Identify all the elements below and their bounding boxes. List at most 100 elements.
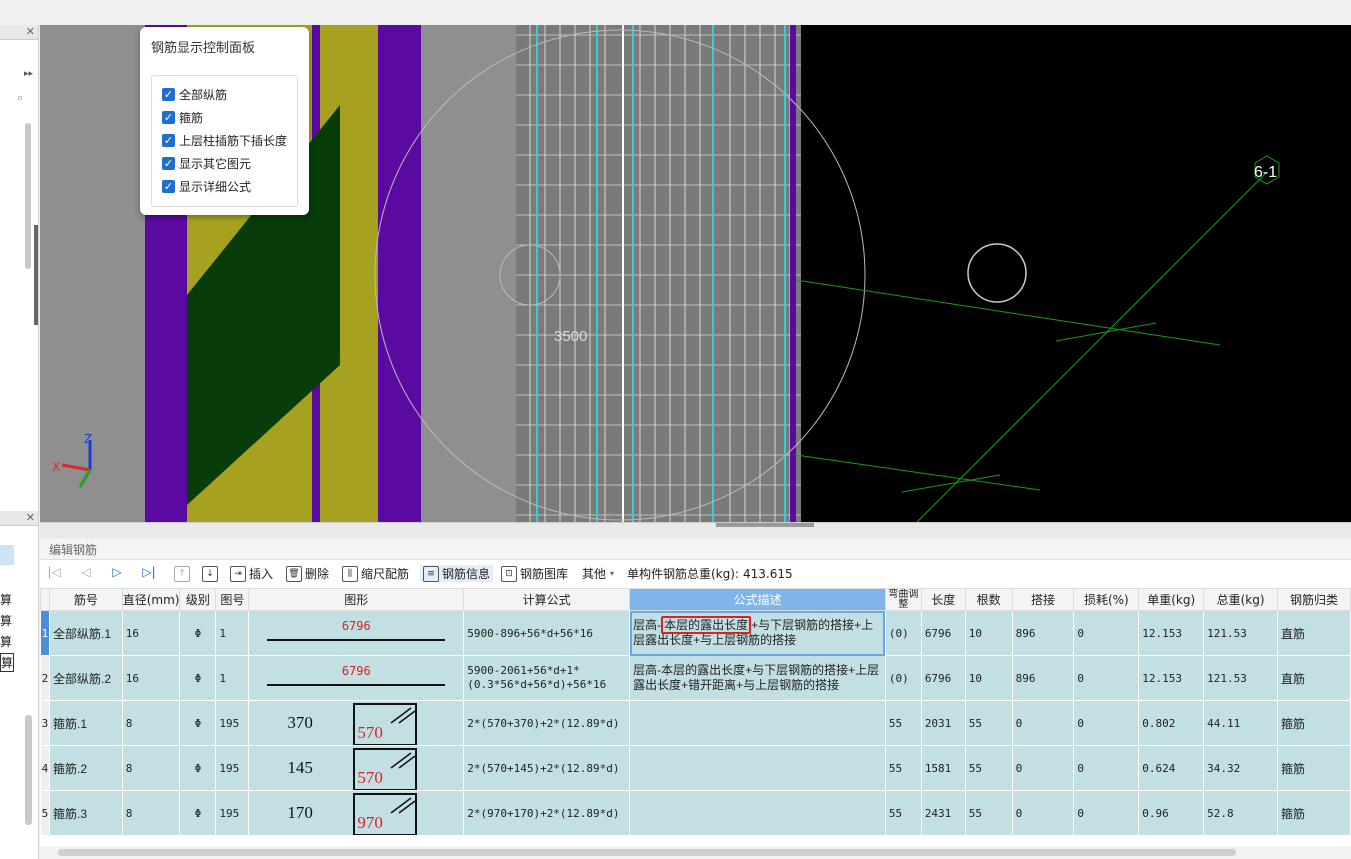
row-number[interactable]: 2 <box>40 655 50 701</box>
cell-loss[interactable]: 0 <box>1073 745 1140 791</box>
col-header[interactable]: 单重(kg) <box>1138 588 1205 611</box>
cell-category[interactable]: 箍筋 <box>1277 790 1351 836</box>
cell-bend[interactable]: (0) <box>884 610 922 656</box>
cell-formula[interactable]: 2*(970+170)+2*(12.89*d) <box>463 790 631 836</box>
cell-figure[interactable]: 195 <box>215 745 250 791</box>
cell-unit-weight[interactable]: 12.153 <box>1138 655 1205 701</box>
option-all-longitudinal[interactable]: ✓ 全部纵筋 <box>162 85 227 103</box>
checkbox-checked-icon[interactable]: ✓ <box>162 110 175 124</box>
cell-formula-description[interactable] <box>629 745 886 791</box>
cell-total-weight[interactable]: 44.11 <box>1203 700 1278 746</box>
last-row-icon[interactable]: ▷| <box>141 564 157 580</box>
list-item[interactable]: 算 <box>0 653 15 672</box>
cell-loss[interactable]: 0 <box>1073 700 1140 746</box>
row-number[interactable]: 5 <box>40 790 50 836</box>
cell-name[interactable]: 箍筋.2 <box>48 745 123 791</box>
col-header[interactable]: 图形 <box>248 588 465 611</box>
cell-lap[interactable]: 0 <box>1011 700 1075 746</box>
cell-figure[interactable]: 195 <box>215 790 250 836</box>
cell-formula[interactable]: 2*(570+370)+2*(12.89*d) <box>463 700 631 746</box>
cell-name[interactable]: 箍筋.3 <box>48 790 123 836</box>
col-header[interactable]: 损耗(%) <box>1073 588 1140 611</box>
cell-loss[interactable]: 0 <box>1073 655 1140 701</box>
cell-formula-description[interactable]: 层高- 本层的露出长度 +与下层钢筋的搭接+上层露出长度+与上层钢筋的搭接 <box>629 610 886 656</box>
list-item[interactable]: 算 <box>0 612 12 629</box>
list-item[interactable]: 算 <box>0 591 12 608</box>
cell-shape[interactable]: 145 570 <box>248 745 465 791</box>
insert-button[interactable]: ⇥ 插入 <box>230 565 273 582</box>
cell-length[interactable]: 1581 <box>920 745 966 791</box>
cell-category[interactable]: 箍筋 <box>1277 700 1351 746</box>
cell-name[interactable]: 全部纵筋.1 <box>48 610 123 656</box>
col-header[interactable]: 钢筋归类 <box>1277 588 1351 611</box>
cell-diameter[interactable]: 8 <box>121 745 181 791</box>
cell-unit-weight[interactable]: 0.802 <box>1138 700 1205 746</box>
checkbox-checked-icon[interactable]: ✓ <box>162 179 175 193</box>
cell-grade[interactable]: Φ <box>179 610 217 656</box>
cell-formula-description[interactable]: 层高-本层的露出长度+与下层钢筋的搭接+上层露出长度+错开距离+与上层钢筋的搭接 <box>629 655 886 701</box>
scale-rebar-button[interactable]: ⫼ 缩尺配筋 <box>342 565 409 582</box>
cell-loss[interactable]: 0 <box>1073 610 1140 656</box>
cell-count[interactable]: 55 <box>964 700 1013 746</box>
cell-count[interactable]: 10 <box>964 655 1013 701</box>
splitter-bar[interactable] <box>40 522 1351 539</box>
cell-category[interactable]: 直筋 <box>1277 610 1351 656</box>
scrollbar[interactable] <box>25 715 32 825</box>
move-up-icon[interactable]: ↑ <box>174 564 190 582</box>
cell-figure[interactable]: 195 <box>215 700 250 746</box>
first-row-icon[interactable]: |◁ <box>46 564 62 580</box>
row-number[interactable]: 3 <box>40 700 50 746</box>
cell-shape[interactable]: 370 570 <box>248 700 465 746</box>
rebar-library-button[interactable]: ⊡ 钢筋图库 <box>501 565 568 582</box>
cell-loss[interactable]: 0 <box>1073 790 1140 836</box>
cell-formula-description[interactable] <box>629 790 886 836</box>
cell-total-weight[interactable]: 121.53 <box>1203 655 1278 701</box>
cell-shape[interactable]: 170 970 <box>248 790 465 836</box>
col-header[interactable]: 弯曲调整 <box>884 588 922 611</box>
cell-unit-weight[interactable]: 12.153 <box>1138 610 1205 656</box>
cell-count[interactable]: 10 <box>964 610 1013 656</box>
cell-grade[interactable]: Φ <box>179 700 217 746</box>
cell-count[interactable]: 55 <box>964 790 1013 836</box>
col-header[interactable]: 总重(kg) <box>1203 588 1278 611</box>
cell-bend[interactable]: 55 <box>884 745 922 791</box>
table-row[interactable]: 3 箍筋.1 8 Φ 195 370 570 2*(570+370)+2*(12… <box>40 700 1351 746</box>
cell-name[interactable]: 箍筋.1 <box>48 700 123 746</box>
cell-grade[interactable]: Φ <box>179 790 217 836</box>
cell-unit-weight[interactable]: 0.624 <box>1138 745 1205 791</box>
cell-lap[interactable]: 0 <box>1011 790 1075 836</box>
cell-category[interactable]: 直筋 <box>1277 655 1351 701</box>
close-icon[interactable]: ✕ <box>26 511 35 525</box>
cell-bend[interactable]: (0) <box>884 655 922 701</box>
table-row[interactable]: 5 箍筋.3 8 Φ 195 170 970 2*(970+170)+2*(12… <box>40 790 1351 836</box>
splitter-handle[interactable] <box>34 225 38 325</box>
col-header[interactable]: 图号 <box>215 588 250 611</box>
cell-formula[interactable]: 2*(570+145)+2*(12.89*d) <box>463 745 631 791</box>
cell-unit-weight[interactable]: 0.96 <box>1138 790 1205 836</box>
col-header[interactable]: 长度 <box>920 588 966 611</box>
row-number[interactable]: 1 <box>40 610 50 656</box>
cell-figure[interactable]: 1 <box>215 610 250 656</box>
cell-diameter[interactable]: 8 <box>121 700 181 746</box>
cell-length[interactable]: 2431 <box>920 790 966 836</box>
row-number[interactable]: 4 <box>40 745 50 791</box>
col-header-selected[interactable]: 公式描述 <box>629 588 886 611</box>
cell-diameter[interactable]: 16 <box>121 655 181 701</box>
cell-length[interactable]: 2031 <box>920 700 966 746</box>
cell-total-weight[interactable]: 52.8 <box>1203 790 1278 836</box>
scrollbar-thumb[interactable] <box>58 849 1236 856</box>
cell-lap[interactable]: 896 <box>1011 655 1075 701</box>
cell-lap[interactable]: 0 <box>1011 745 1075 791</box>
cell-bend[interactable]: 55 <box>884 790 922 836</box>
table-row[interactable]: 4 箍筋.2 8 Φ 195 145 570 2*(570+145)+2*(12… <box>40 745 1351 791</box>
col-header[interactable]: 直径(mm) <box>121 588 181 611</box>
cell-figure[interactable]: 1 <box>215 655 250 701</box>
list-selection[interactable] <box>0 545 14 565</box>
cell-formula[interactable]: 5900-896+56*d+56*16 <box>463 610 631 656</box>
list-item[interactable]: 算 <box>0 633 12 650</box>
option-detailed-formula[interactable]: ✓ 显示详细公式 <box>162 177 251 195</box>
cell-grade[interactable]: Φ <box>179 655 217 701</box>
col-header[interactable]: 计算公式 <box>463 588 631 611</box>
move-down-icon[interactable]: ↓ <box>202 564 218 582</box>
delete-button[interactable]: 🗑 删除 <box>286 565 329 582</box>
